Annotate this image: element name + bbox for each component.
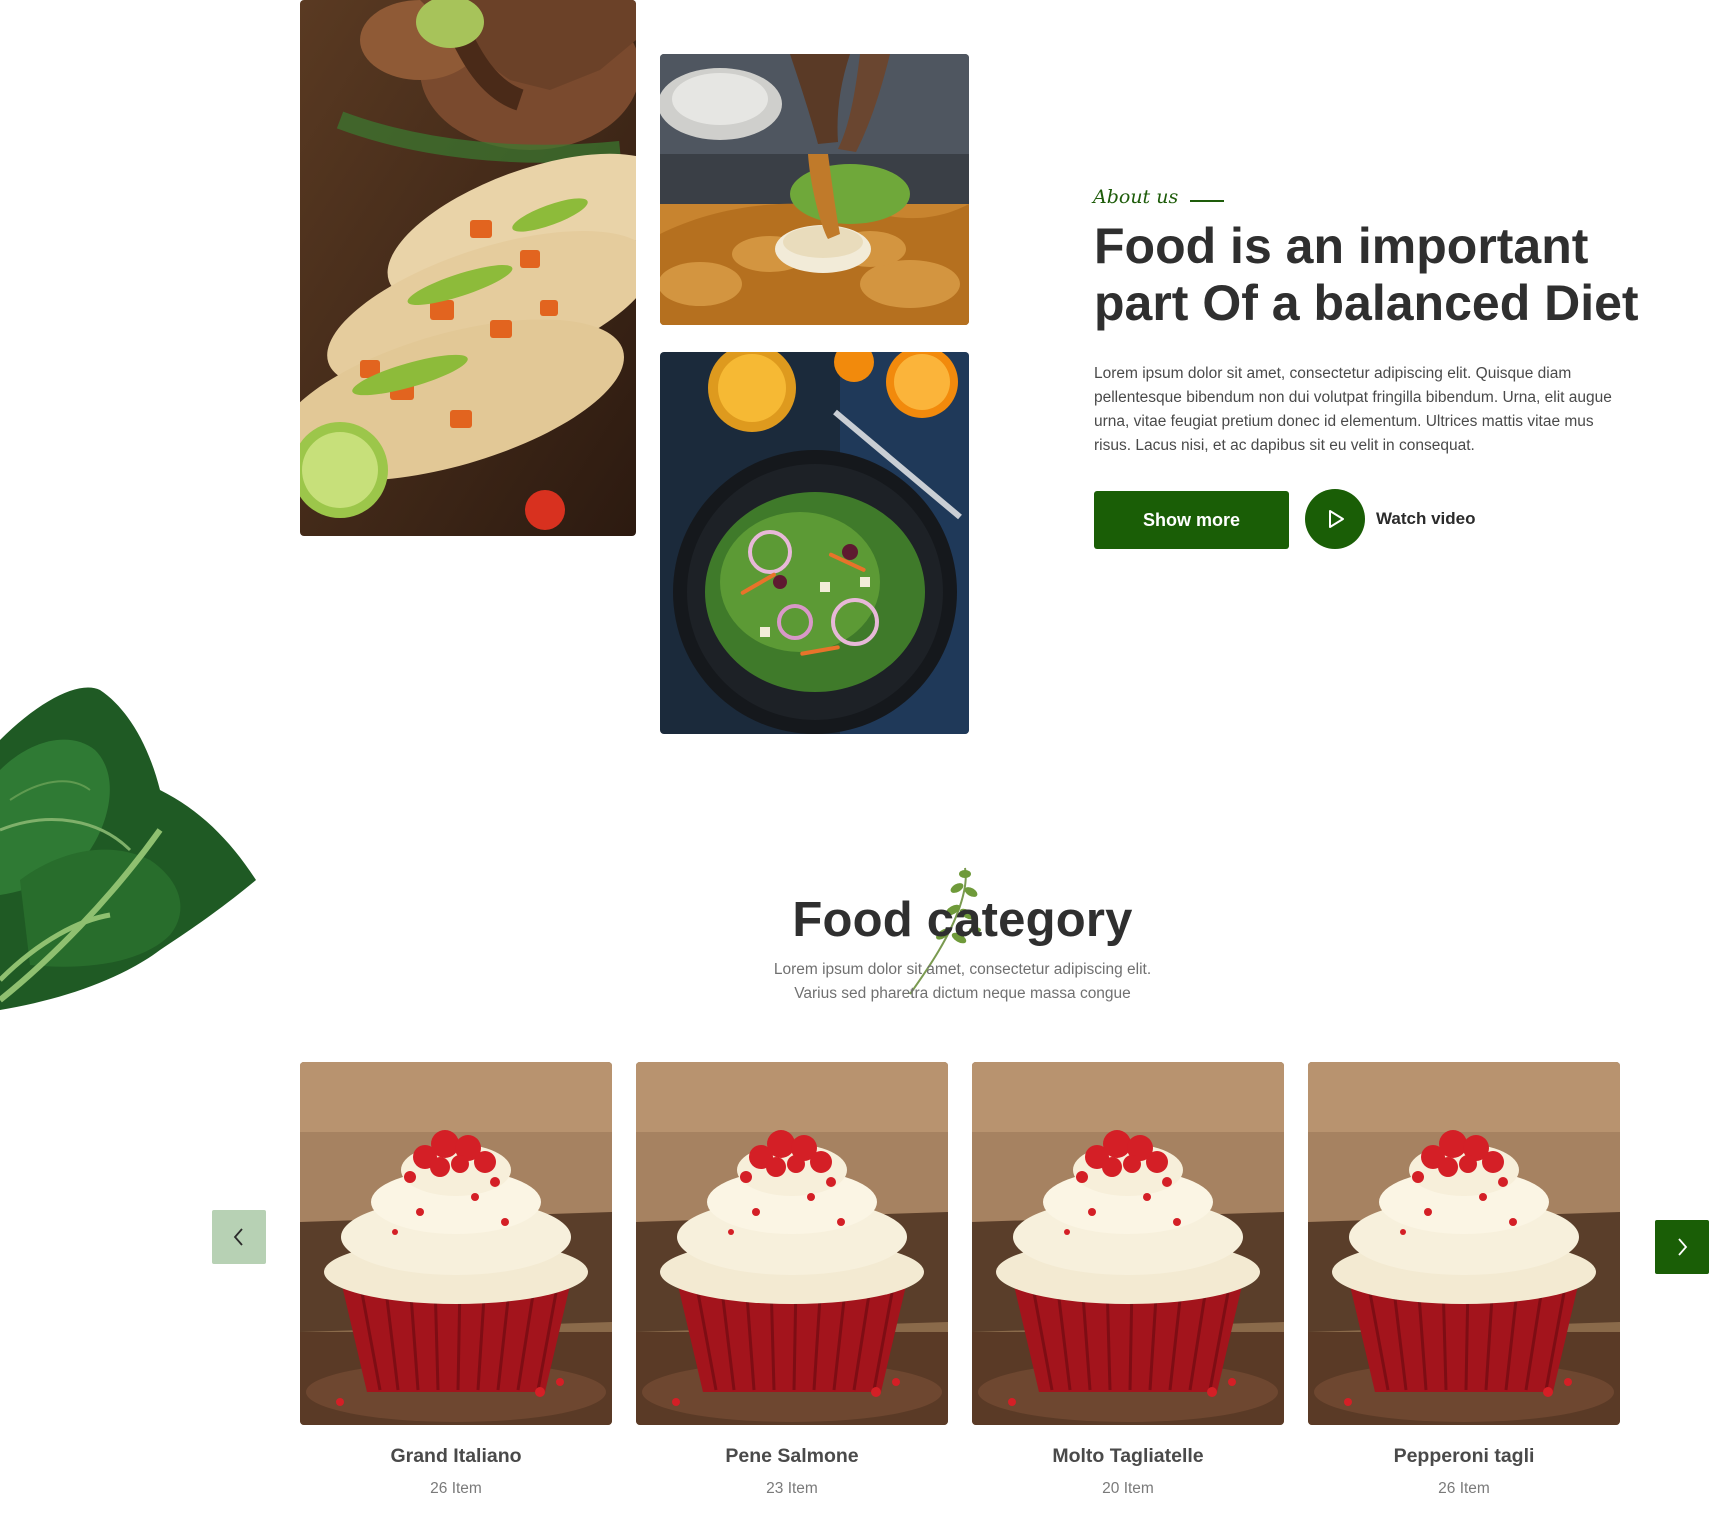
category-card[interactable]: Pepperoni tagli 26 Item bbox=[1308, 1062, 1620, 1498]
watch-video-button[interactable]: Watch video bbox=[1305, 489, 1476, 549]
watch-video-label[interactable]: Watch video bbox=[1376, 509, 1476, 529]
category-card-image[interactable] bbox=[1308, 1062, 1620, 1425]
category-card-name[interactable]: Grand Italiano bbox=[300, 1445, 612, 1468]
category-card-name[interactable]: Pepperoni tagli bbox=[1308, 1445, 1620, 1468]
carousel-prev-button[interactable] bbox=[212, 1210, 266, 1264]
about-heading-line-1: Food is an important bbox=[1094, 218, 1589, 274]
category-card-count: 20 Item bbox=[1102, 1480, 1154, 1497]
chevron-left-icon bbox=[233, 1228, 243, 1246]
category-card-image[interactable] bbox=[300, 1062, 612, 1425]
about-description: Lorem ipsum dolor sit amet, consectetur … bbox=[1094, 365, 1612, 454]
category-card-count: 26 Item bbox=[430, 1480, 482, 1497]
about-heading: Food is an important part Of a balanced … bbox=[1094, 218, 1694, 332]
category-card-name[interactable]: Pene Salmone bbox=[636, 1445, 948, 1468]
category-card[interactable]: Pene Salmone 23 Item bbox=[636, 1062, 948, 1498]
category-subtitle: Lorem ipsum dolor sit amet, consectetur … bbox=[0, 958, 1709, 1006]
about-heading-line-2: part Of a balanced Diet bbox=[1094, 275, 1639, 331]
category-card-count: 23 Item bbox=[766, 1480, 818, 1497]
about-tag-label: About us bbox=[1093, 186, 1179, 208]
category-heading: Food category bbox=[792, 893, 1133, 947]
category-card[interactable]: Molto Tagliatelle 20 Item bbox=[972, 1062, 1284, 1498]
category-subtitle-line-1: Lorem ipsum dolor sit amet, consectetur … bbox=[773, 961, 1152, 978]
salad-image bbox=[660, 352, 969, 734]
category-card-count: 26 Item bbox=[1438, 1480, 1490, 1497]
play-icon[interactable] bbox=[1305, 489, 1365, 549]
category-card[interactable]: Grand Italiano 26 Item bbox=[300, 1062, 612, 1498]
chevron-right-icon bbox=[1678, 1238, 1688, 1256]
chicken-image bbox=[660, 54, 969, 325]
about-tag-line bbox=[1190, 200, 1225, 202]
category-card-name[interactable]: Molto Tagliatelle bbox=[972, 1445, 1284, 1468]
carousel-next-button[interactable] bbox=[1655, 1220, 1709, 1274]
category-card-image[interactable] bbox=[972, 1062, 1284, 1425]
about-tag: About us bbox=[1093, 186, 1225, 208]
tacos-image bbox=[300, 0, 636, 536]
category-card-image[interactable] bbox=[636, 1062, 948, 1425]
category-subtitle-line-2: Varius sed pharetra dictum neque massa c… bbox=[794, 985, 1131, 1002]
show-more-button[interactable]: Show more bbox=[1094, 491, 1289, 549]
